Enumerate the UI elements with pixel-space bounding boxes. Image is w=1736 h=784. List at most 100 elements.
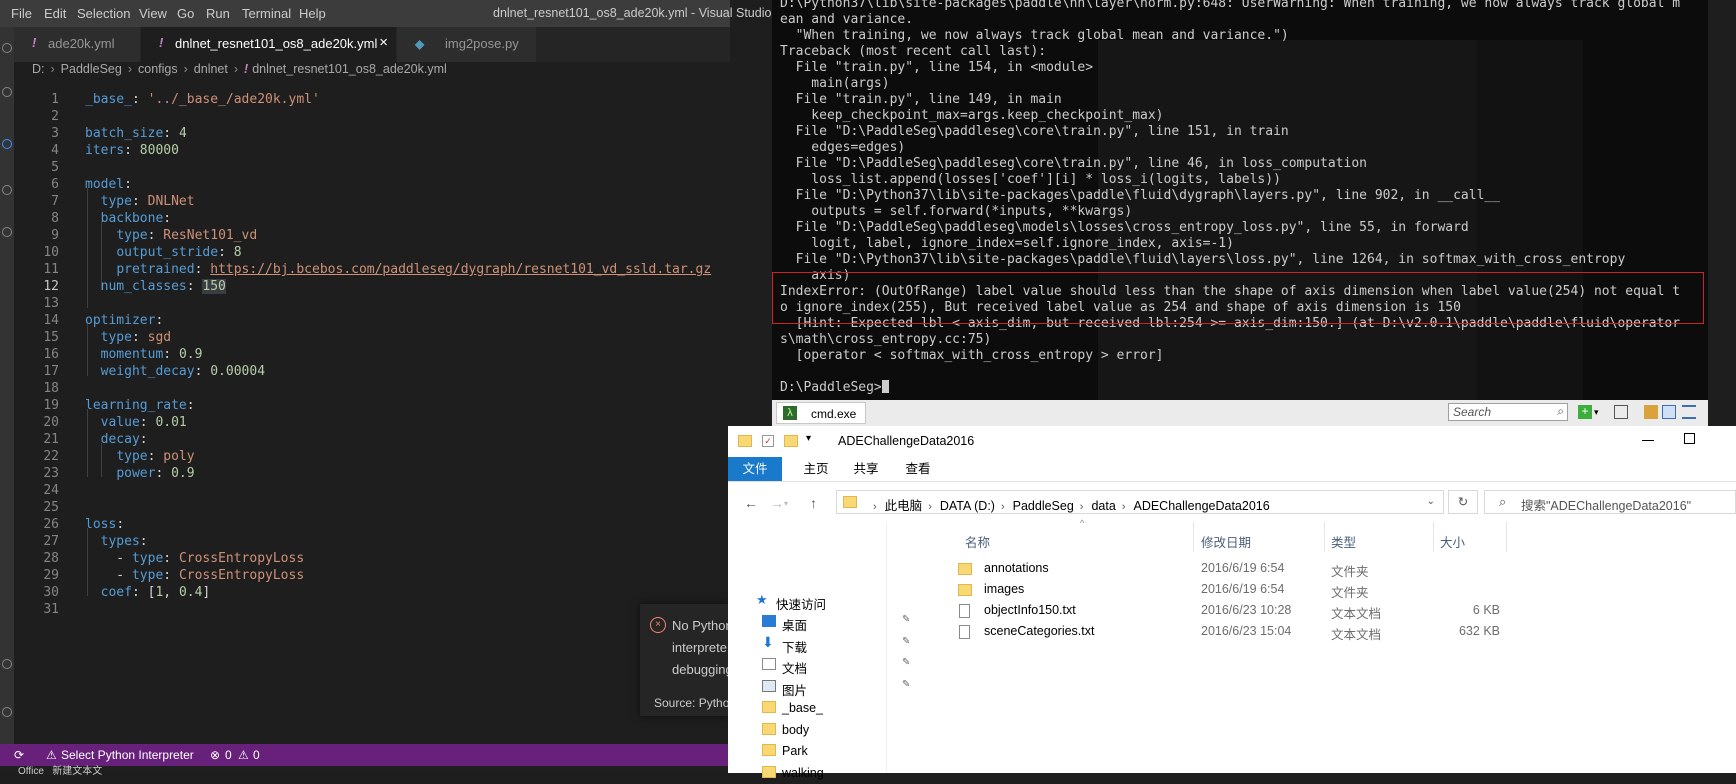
- line-number: 26: [43, 517, 59, 532]
- up-arrow-icon[interactable]: ↑: [810, 495, 817, 511]
- menu-help[interactable]: Help: [299, 6, 326, 21]
- breadcrumb-item[interactable]: configs: [138, 62, 178, 76]
- desktop-icon: [762, 615, 776, 627]
- tab-ade20k[interactable]: ! ade20k.yml: [14, 27, 141, 62]
- address-bar[interactable]: › 此电脑 › DATA (D:) › PaddleSeg › data › ADEChallen…: [836, 490, 1444, 514]
- column-divider[interactable]: [1433, 522, 1434, 552]
- file-name: sceneCategories.txt: [984, 624, 1095, 638]
- menu-go[interactable]: Go: [177, 6, 194, 21]
- remote-icon[interactable]: ⟳: [14, 748, 24, 762]
- menu-icon[interactable]: [1682, 405, 1696, 419]
- console-line: edges=edges): [780, 140, 906, 155]
- column-header-name[interactable]: 名称: [965, 532, 990, 551]
- split-view-icon[interactable]: [1662, 405, 1676, 419]
- menu-terminal[interactable]: Terminal: [242, 6, 291, 21]
- console-line: File "D:\Python37\lib\site-packages\padd…: [780, 252, 1626, 267]
- breadcrumb-item[interactable]: PaddleSeg: [61, 62, 122, 76]
- maximize-icon[interactable]: [1684, 433, 1695, 444]
- window-title: dnlnet_resnet101_os8_ade20k.yml - Visual…: [493, 6, 805, 20]
- tab-cmd[interactable]: λ cmd.exe: [776, 402, 866, 424]
- path-item[interactable]: PaddleSeg: [1013, 499, 1074, 513]
- tab-home[interactable]: 主页: [788, 457, 844, 481]
- file-date: 2016/6/19 6:54: [1201, 561, 1285, 575]
- tab-label: cmd.exe: [811, 407, 857, 421]
- column-divider[interactable]: [1506, 522, 1507, 552]
- search-input[interactable]: Search ⌕: [1448, 403, 1568, 421]
- line-number: 8: [51, 211, 59, 226]
- column-header-date[interactable]: 修改日期: [1201, 532, 1251, 551]
- breadcrumb-item[interactable]: dnlnet_resnet101_os8_ade20k.yml: [252, 62, 447, 76]
- folder-icon: [738, 435, 752, 447]
- breadcrumb-item[interactable]: dnlnet: [194, 62, 228, 76]
- line-number: 12: [43, 279, 59, 294]
- tab-share[interactable]: 共享: [838, 457, 894, 481]
- search-input[interactable]: ⌕ 搜索"ADEChallengeData2016": [1484, 490, 1736, 514]
- refresh-button[interactable]: ↻: [1448, 490, 1478, 514]
- path-item[interactable]: DATA (D:): [940, 499, 995, 513]
- column-divider[interactable]: [1193, 522, 1194, 552]
- file-row[interactable]: objectInfo150.txt 2016/6/23 10:28 文本文档 6…: [888, 601, 1736, 621]
- nav-label: body: [782, 723, 810, 737]
- python-interpreter-notification[interactable]: × No Python interprete debugging Source:…: [640, 604, 736, 716]
- chevron-down-icon[interactable]: ▾: [806, 433, 811, 444]
- select-interpreter-button[interactable]: Select Python Interpreter: [61, 748, 194, 762]
- menu-file[interactable]: File: [11, 6, 32, 21]
- console-line: File "D:\Python37\lib\site-packages\padd…: [780, 188, 1501, 203]
- search-activity-icon[interactable]: [2, 87, 12, 97]
- tab-dnlnet[interactable]: ! dnlnet_resnet101_os8_ade20k.yml ×: [141, 27, 397, 62]
- settings-gear-icon[interactable]: [2, 707, 12, 717]
- chevron-right-icon: ›: [928, 501, 932, 513]
- explorer-activity-icon[interactable]: [2, 43, 12, 53]
- file-row[interactable]: images 2016/6/19 6:54 文件夹: [888, 580, 1736, 600]
- line-number: 7: [51, 194, 59, 209]
- back-arrow-icon[interactable]: ←: [744, 495, 758, 511]
- run-activity-icon[interactable]: [2, 185, 12, 195]
- file-name: objectInfo150.txt: [984, 603, 1076, 617]
- column-header-size[interactable]: 大小: [1440, 532, 1465, 551]
- file-name: annotations: [984, 561, 1049, 575]
- path-item[interactable]: ADEChallengeData2016: [1133, 499, 1269, 513]
- forward-arrow-icon[interactable]: →: [770, 495, 784, 511]
- minimize-icon[interactable]: [1642, 440, 1654, 441]
- account-icon[interactable]: [2, 659, 12, 669]
- extensions-activity-icon[interactable]: [2, 227, 12, 237]
- text-cursor: [881, 380, 889, 393]
- file-row[interactable]: sceneCategories.txt 2016/6/23 15:04 文本文档…: [888, 622, 1736, 642]
- chevron-down-icon[interactable]: ⌄: [1427, 496, 1435, 507]
- code-line: decay:: [100, 432, 148, 447]
- new-folder-icon[interactable]: [784, 435, 798, 447]
- column-divider[interactable]: [1324, 522, 1325, 552]
- column-header-type[interactable]: 类型: [1331, 532, 1356, 551]
- line-number: 11: [43, 262, 59, 277]
- lock-icon[interactable]: [1644, 405, 1658, 419]
- notification-source: Source: Python: [654, 696, 737, 710]
- code-editor[interactable]: 1 2 3 4 5 6 7 8 9 10 11 12 13 14 15 16 1…: [14, 84, 730, 674]
- warning-count-icon[interactable]: ⚠: [238, 748, 249, 762]
- breadcrumb-item[interactable]: D:: [32, 62, 45, 76]
- nav-label: 图片: [782, 684, 808, 698]
- tab-img2pose[interactable]: ◆ img2pose.py: [397, 27, 537, 62]
- console-line: D:\PaddleSeg>: [780, 380, 1680, 396]
- menu-run[interactable]: Run: [206, 6, 230, 21]
- tab-view[interactable]: 查看: [890, 457, 946, 481]
- console-line: File "D:\PaddleSeg\paddleseg\core\train.…: [780, 124, 1289, 139]
- console-output[interactable]: D:\Python37\lib\site-packages\paddle\nn\…: [780, 0, 1680, 396]
- path-item[interactable]: 此电脑: [885, 499, 923, 513]
- recent-locations-icon[interactable]: ▾: [784, 499, 788, 508]
- view-icon[interactable]: [1614, 405, 1628, 419]
- error-count-icon[interactable]: ⊗: [210, 748, 220, 762]
- close-icon[interactable]: ×: [379, 34, 388, 51]
- new-console-icon[interactable]: +: [1578, 405, 1592, 419]
- menu-view[interactable]: View: [139, 6, 167, 21]
- menu-selection[interactable]: Selection: [77, 6, 130, 21]
- line-number: 14: [43, 313, 59, 328]
- properties-icon[interactable]: ✓: [762, 435, 774, 447]
- code-line: learning_rate:: [85, 398, 195, 413]
- menu-edit[interactable]: Edit: [44, 6, 66, 21]
- path-item[interactable]: data: [1091, 499, 1115, 513]
- file-row[interactable]: annotations 2016/6/19 6:54 文件夹: [888, 559, 1736, 579]
- dropdown-icon[interactable]: ▾: [1594, 405, 1608, 419]
- tab-file[interactable]: 文件: [728, 457, 782, 481]
- source-control-activity-icon[interactable]: [2, 139, 12, 149]
